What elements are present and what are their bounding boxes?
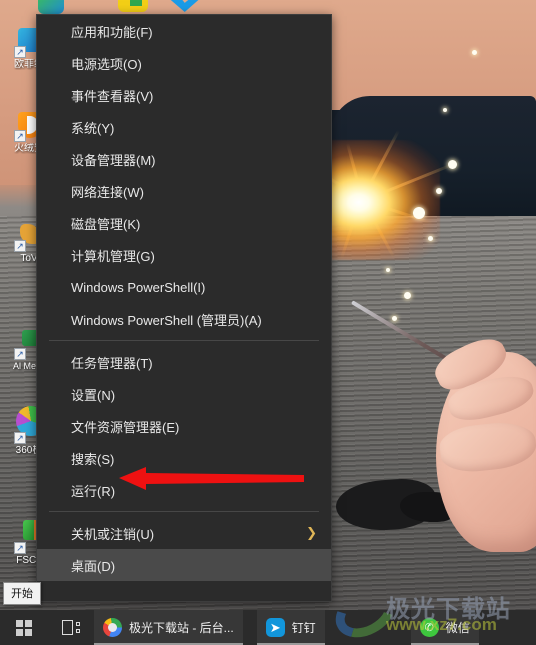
menu-item-label: 桌面(D) xyxy=(71,558,116,574)
menu-item-desktop[interactable]: 桌面(D) xyxy=(37,549,331,581)
menu-item-event-viewer[interactable]: 事件查看器(V) xyxy=(37,79,331,111)
menu-item-label: 网络连接(W) xyxy=(71,184,144,200)
shortcut-arrow-icon: ↗ xyxy=(14,240,26,252)
taskbar-app-label: 极光下载站 - 后台... xyxy=(129,621,234,635)
menu-item-powershell-admin[interactable]: Windows PowerShell (管理员)(A) xyxy=(37,303,331,335)
menu-item-label: 计算机管理(G) xyxy=(71,248,155,264)
menu-item-label: 关机或注销(U) xyxy=(71,526,155,542)
menu-item-powershell[interactable]: Windows PowerShell(I) xyxy=(37,271,331,303)
windows-logo-icon xyxy=(16,619,32,636)
spark-particle xyxy=(448,160,457,169)
menu-item-label: 搜索(S) xyxy=(71,451,115,467)
winx-context-menu[interactable]: 应用和功能(F) 电源选项(O) 事件查看器(V) 系统(Y) 设备管理器(M) 网络连接… xyxy=(36,14,332,602)
task-view-button[interactable] xyxy=(48,610,94,645)
menu-item-label: 系统(Y) xyxy=(71,120,115,136)
taskbar-app-label: 微信 xyxy=(445,621,470,635)
menu-item-network-connections[interactable]: 网络连接(W) xyxy=(37,175,331,207)
start-button[interactable] xyxy=(0,610,48,645)
menu-item-shutdown-signout[interactable]: 关机或注销(U) ❯ xyxy=(37,517,331,549)
taskbar-app-aurora[interactable]: 极光下载站 - 后台... xyxy=(94,610,243,645)
shortcut-arrow-icon: ↗ xyxy=(14,46,26,58)
menu-item-settings[interactable]: 设置(N) xyxy=(37,378,331,410)
menu-separator-1 xyxy=(49,340,319,341)
spark-particle xyxy=(428,236,433,241)
chrome-icon xyxy=(103,618,122,637)
spark-particle xyxy=(472,50,477,55)
taskbar[interactable]: 极光下载站 - 后台... ➤ 钉钉 ✆ 微信 xyxy=(0,610,536,645)
shortcut-arrow-icon: ↗ xyxy=(14,130,26,142)
menu-item-label: 事件查看器(V) xyxy=(71,88,154,104)
menu-item-label: 磁盘管理(K) xyxy=(71,216,141,232)
spark-particle xyxy=(404,292,411,299)
menu-item-power-options[interactable]: 电源选项(O) xyxy=(37,47,331,79)
menu-item-file-explorer[interactable]: 文件资源管理器(E) xyxy=(37,410,331,442)
menu-item-label: 应用和功能(F) xyxy=(71,24,153,40)
shortcut-arrow-icon: ↗ xyxy=(14,348,26,360)
menu-item-label: 设置(N) xyxy=(71,387,116,403)
spark-particle xyxy=(443,108,447,112)
menu-item-label: 任务管理器(T) xyxy=(71,355,153,371)
spark-particle xyxy=(386,268,390,272)
wechat-icon: ✆ xyxy=(419,618,439,637)
menu-item-label: 文件资源管理器(E) xyxy=(71,419,180,435)
spark-particle xyxy=(436,188,442,194)
menu-item-task-manager[interactable]: 任务管理器(T) xyxy=(37,346,331,378)
shortcut-arrow-icon: ↗ xyxy=(14,542,26,554)
taskbar-app-dingtalk[interactable]: ➤ 钉钉 xyxy=(256,610,325,645)
shortcut-arrow-icon: ↗ xyxy=(14,432,26,444)
menu-separator-2 xyxy=(49,511,319,512)
start-button-tooltip: 开始 xyxy=(3,582,41,605)
menu-item-device-manager[interactable]: 设备管理器(M) xyxy=(37,143,331,175)
menu-item-label: 设备管理器(M) xyxy=(71,152,156,168)
desktop-icon-partial-top-2-glyph xyxy=(130,0,142,6)
task-view-icon xyxy=(62,620,80,635)
spark-particle xyxy=(413,207,425,219)
menu-item-system[interactable]: 系统(Y) xyxy=(37,111,331,143)
menu-item-label: 电源选项(O) xyxy=(71,56,142,72)
menu-item-apps-features[interactable]: 应用和功能(F) xyxy=(37,15,331,47)
menu-item-label: Windows PowerShell(I) xyxy=(71,279,206,295)
menu-item-disk-management[interactable]: 磁盘管理(K) xyxy=(37,207,331,239)
taskbar-app-wechat[interactable]: ✆ 微信 xyxy=(410,610,479,645)
chevron-right-icon: ❯ xyxy=(306,525,317,540)
dingtalk-icon: ➤ xyxy=(265,618,285,637)
spark-particle xyxy=(392,316,397,321)
taskbar-app-label: 钉钉 xyxy=(291,621,316,635)
annotation-arrow xyxy=(119,467,304,490)
menu-item-computer-management[interactable]: 计算机管理(G) xyxy=(37,239,331,271)
desktop-icon-partial-top-1[interactable] xyxy=(38,0,64,14)
menu-item-label: 运行(R) xyxy=(71,483,116,499)
menu-item-label: Windows PowerShell (管理员)(A) xyxy=(71,312,262,328)
